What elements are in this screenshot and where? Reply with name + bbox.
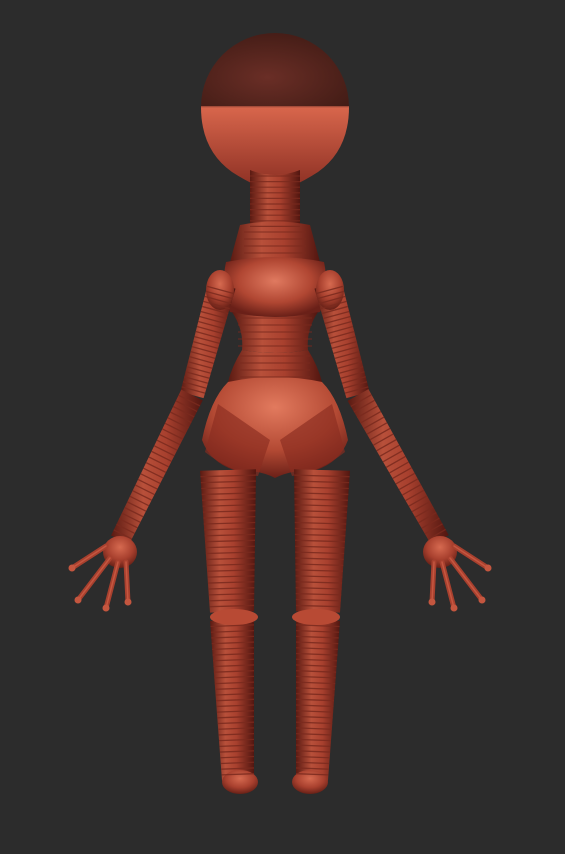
left-hand-finger-highlight bbox=[105, 561, 119, 609]
right-hand bbox=[423, 536, 492, 612]
left-hand-finger-highlight bbox=[71, 545, 107, 569]
pelvis bbox=[202, 377, 348, 478]
upper-torso bbox=[230, 221, 320, 262]
viewport bbox=[0, 0, 565, 854]
waist bbox=[228, 312, 322, 386]
left-hand-finger-highlight bbox=[77, 557, 111, 601]
head bbox=[201, 33, 349, 190]
mannequin-figure bbox=[68, 33, 492, 794]
right-hand-fingertip bbox=[428, 598, 436, 606]
right-hand-finger-highlight bbox=[449, 557, 483, 601]
right-hand-fingertip bbox=[478, 596, 486, 604]
chest bbox=[223, 257, 327, 317]
right-hand-fingertip bbox=[450, 604, 458, 612]
right-hand-finger-highlight bbox=[453, 545, 489, 569]
left-hand bbox=[68, 536, 137, 612]
right-knee bbox=[292, 609, 340, 625]
hands bbox=[68, 536, 492, 612]
left-hand-fingertip bbox=[68, 564, 76, 572]
left-hand-fingertip bbox=[102, 604, 110, 612]
right-hand-finger-highlight bbox=[441, 561, 455, 609]
left-hand-fingertip bbox=[124, 598, 132, 606]
right-hand-fingertip bbox=[484, 564, 492, 572]
left-knee bbox=[210, 609, 258, 625]
left-hand-fingertip bbox=[74, 596, 82, 604]
